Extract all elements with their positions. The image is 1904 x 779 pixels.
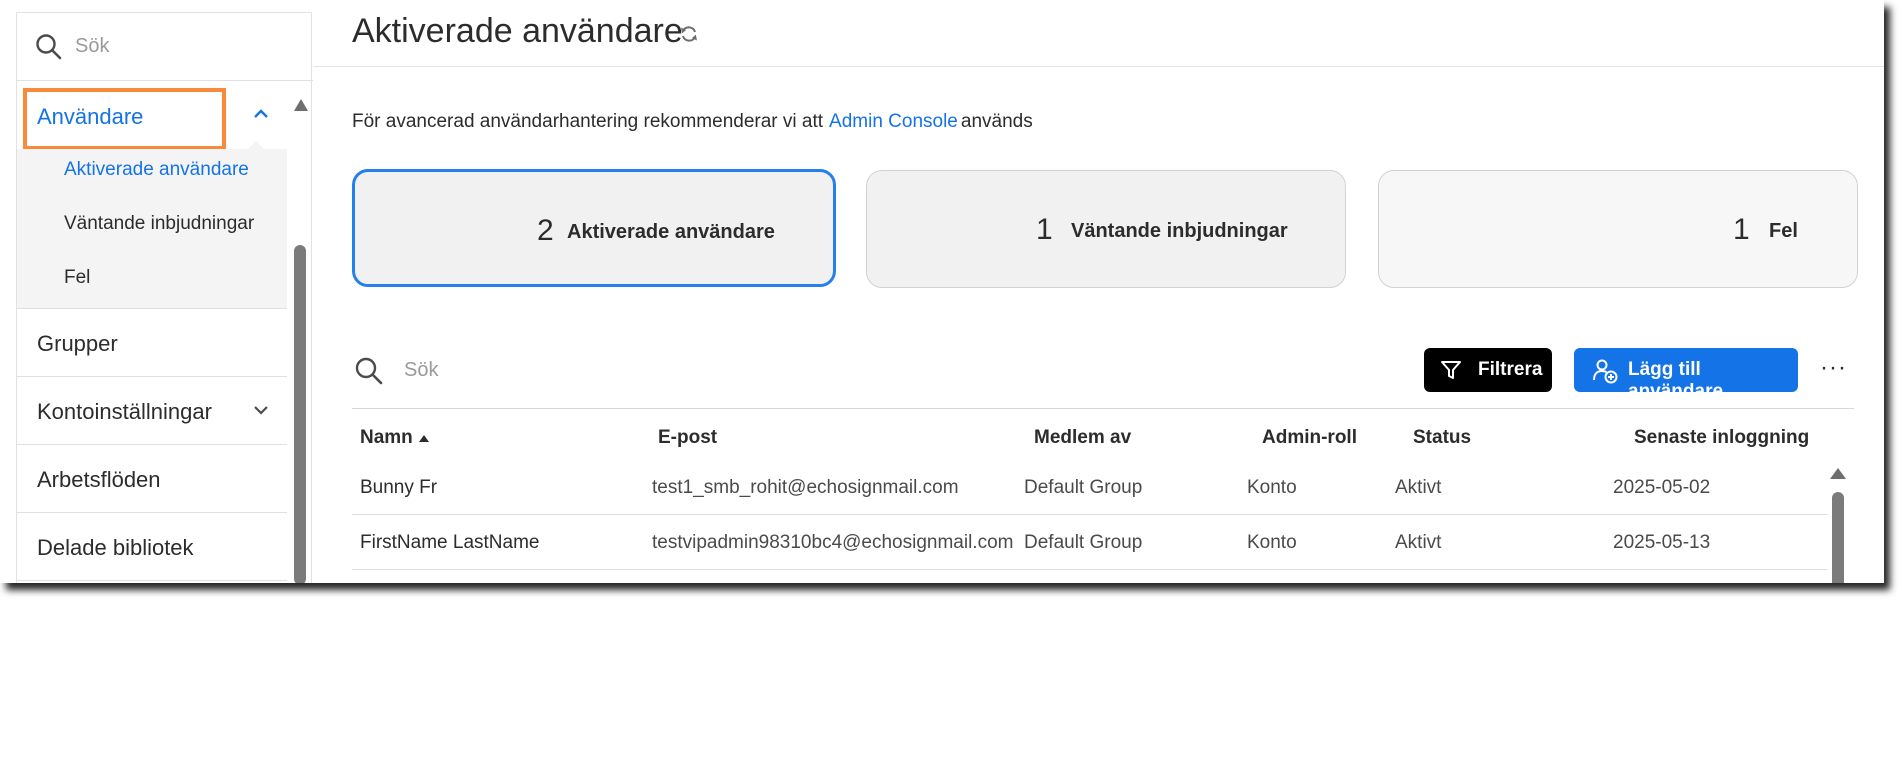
column-header-status[interactable]: Status	[1413, 427, 1471, 449]
info-prefix: För avancerad användarhantering rekommen…	[352, 111, 824, 132]
sidebar-subitem-activated-users[interactable]: Aktiverade användare	[64, 159, 249, 181]
table-search[interactable]: Sök	[354, 356, 438, 391]
cell-email: test1_smb_rohit@echosignmail.com	[652, 477, 959, 498]
card-errors[interactable]: 1 Fel	[1378, 170, 1858, 288]
table-scroll-thumb[interactable]	[1832, 492, 1844, 583]
filter-button[interactable]: Filtrera	[1424, 348, 1552, 392]
table-search-placeholder: Sök	[404, 359, 439, 381]
column-header-name[interactable]: Namn	[360, 427, 429, 449]
column-header-member-of[interactable]: Medlem av	[1034, 427, 1131, 449]
card-label: Fel	[1769, 220, 1798, 242]
sidebar-item-label: Kontoinställningar	[37, 399, 212, 424]
main-content: Aktiverade användare För avancerad använ…	[314, 0, 1884, 583]
table-scroll-up-icon[interactable]	[1830, 468, 1846, 479]
cell-status: Aktivt	[1395, 477, 1442, 498]
sidebar-item-account-settings[interactable]: Kontoinställningar	[17, 377, 287, 445]
sidebar-subitem-errors[interactable]: Fel	[64, 267, 90, 289]
sidebar-item-workflows[interactable]: Arbetsflöden	[17, 445, 287, 513]
card-count: 1	[1733, 213, 1750, 246]
column-header-last-login[interactable]: Senaste inloggning	[1634, 427, 1809, 449]
card-pending-invitations[interactable]: 1 Väntande inbjudningar	[866, 170, 1346, 288]
sidebar-search[interactable]: Sök	[17, 13, 313, 81]
info-suffix: används	[960, 111, 1033, 132]
sidebar-search-placeholder: Sök	[75, 35, 110, 57]
app-window: Sök Användare Aktiverade användare Vänta…	[0, 0, 1884, 583]
admin-console-link[interactable]: Admin Console	[829, 111, 958, 132]
chevron-up-icon[interactable]	[253, 107, 269, 125]
page-header: Aktiverade användare	[314, 0, 1884, 67]
sidebar-item-label: Delade bibliotek	[37, 535, 194, 560]
sidebar-item-groups[interactable]: Grupper	[17, 309, 287, 377]
sidebar-item-label: Arbetsflöden	[37, 467, 161, 492]
cell-name: Bunny Fr	[360, 477, 438, 498]
card-count: 2	[537, 214, 554, 247]
refresh-icon[interactable]	[679, 24, 699, 49]
add-user-button[interactable]: Lägg till användare	[1574, 348, 1798, 402]
table-row[interactable]: FirstName LastName testvipadmin98310bc4@…	[352, 515, 1827, 570]
subnav-caret	[247, 141, 265, 150]
info-text: För avancerad användarhantering rekommen…	[352, 111, 1033, 133]
search-icon	[35, 33, 63, 66]
cell-member-of: Default Group	[1024, 477, 1143, 498]
sidebar-item-users[interactable]: Användare	[17, 81, 287, 150]
card-count: 1	[1036, 213, 1053, 246]
column-header-admin-role[interactable]: Admin-roll	[1262, 427, 1357, 449]
cell-member-of: Default Group	[1024, 532, 1143, 553]
page-title: Aktiverade användare	[352, 12, 683, 50]
cell-admin-role: Konto	[1247, 477, 1297, 498]
chevron-down-icon[interactable]	[253, 403, 269, 421]
sidebar-item-label: Användare	[37, 104, 144, 129]
column-header-label: Namn	[360, 427, 413, 448]
sidebar: Sök Användare Aktiverade användare Vänta…	[16, 12, 313, 583]
cell-admin-role: Konto	[1247, 532, 1297, 553]
more-options-icon[interactable]: ···	[1820, 354, 1847, 382]
filter-button-label: Filtrera	[1478, 359, 1543, 380]
filter-icon	[1440, 359, 1462, 387]
card-label: Väntande inbjudningar	[1071, 220, 1288, 242]
cell-status: Aktivt	[1395, 532, 1442, 553]
card-activated-users[interactable]: 2 Aktiverade användare	[352, 169, 836, 287]
sidebar-scroll-thumb[interactable]	[294, 245, 306, 583]
sort-ascending-icon	[418, 435, 429, 442]
sidebar-item-label: Grupper	[37, 331, 118, 356]
sidebar-item-shared-libraries[interactable]: Delade bibliotek	[17, 513, 287, 581]
table-header: Namn E-post Medlem av Admin-roll Status …	[352, 408, 1854, 460]
cell-last-login: 2025-05-02	[1613, 477, 1711, 498]
sidebar-subnav-users: Aktiverade användare Väntande inbjudning…	[17, 141, 287, 309]
cell-email: testvipadmin98310bc4@echosignmail.com	[652, 532, 1014, 553]
sidebar-nav: Användare Aktiverade användare Väntande …	[17, 81, 287, 581]
add-user-icon	[1592, 358, 1618, 390]
cell-name: FirstName LastName	[360, 532, 540, 553]
cell-last-login: 2025-05-13	[1613, 532, 1711, 553]
search-icon	[354, 357, 384, 390]
sidebar-subitem-pending-invitations[interactable]: Väntande inbjudningar	[64, 213, 254, 235]
add-user-button-label: Lägg till användare	[1628, 359, 1724, 402]
scroll-up-arrow-icon[interactable]	[294, 99, 308, 111]
table-row[interactable]: Bunny Fr test1_smb_rohit@echosignmail.co…	[352, 460, 1827, 515]
column-header-email[interactable]: E-post	[658, 427, 717, 449]
card-label: Aktiverade användare	[567, 221, 775, 243]
sidebar-scrollbar[interactable]	[292, 85, 308, 583]
users-table: Namn E-post Medlem av Admin-roll Status …	[352, 408, 1854, 583]
